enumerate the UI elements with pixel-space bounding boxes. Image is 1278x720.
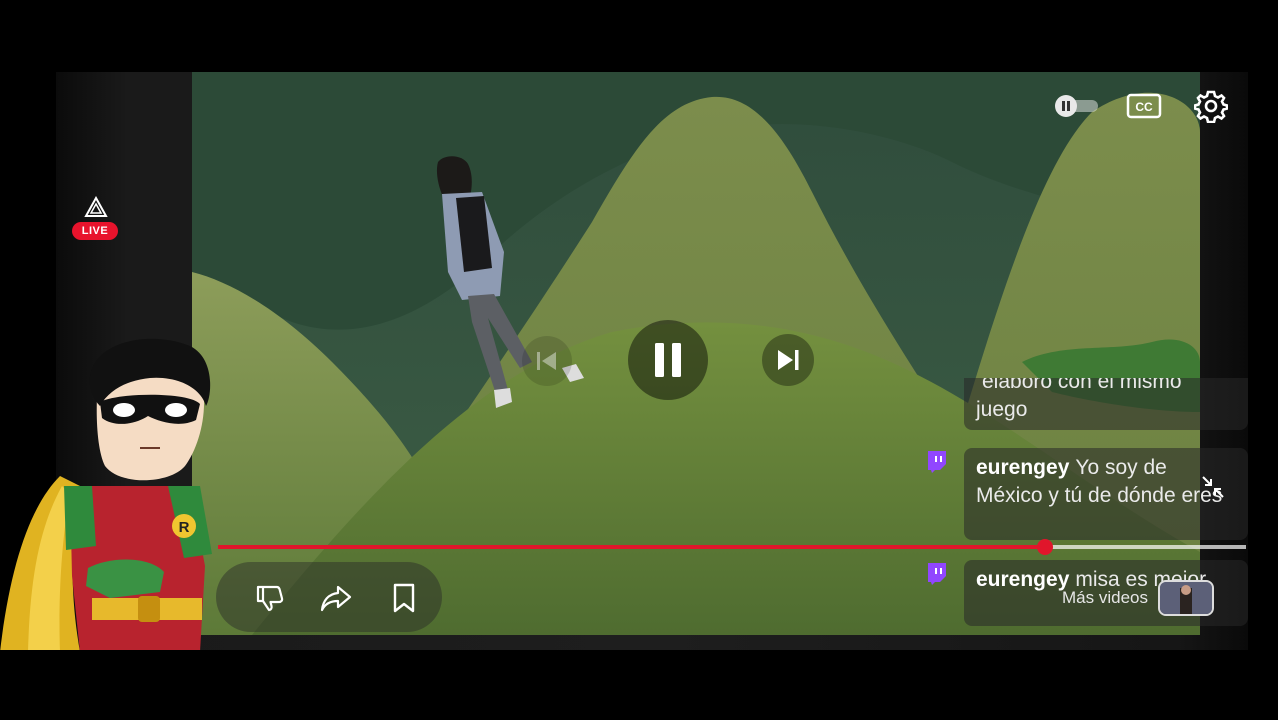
chat-username: eurengey	[976, 456, 1070, 479]
live-indicator: LIVE	[72, 196, 120, 244]
svg-text:R: R	[179, 519, 190, 536]
previous-button[interactable]	[522, 336, 572, 386]
screen: CC LIVE elaboró con el mismo juego euren…	[0, 0, 1278, 720]
play-pause-button[interactable]	[628, 320, 708, 400]
autoplay-toggle-icon	[1055, 95, 1098, 117]
chat-message: elaboró con el mismo juego	[964, 378, 1248, 430]
save-button[interactable]	[384, 578, 424, 618]
live-triangle-icon	[84, 196, 108, 217]
twitch-icon	[928, 563, 946, 585]
progress-bar[interactable]	[218, 539, 1246, 555]
more-videos-label: Más videos	[1062, 588, 1148, 607]
skip-next-icon	[778, 350, 799, 370]
autoplay-toggle[interactable]	[1052, 93, 1100, 119]
skip-previous-icon	[537, 352, 556, 370]
progress-scrubber[interactable]	[1036, 539, 1053, 555]
settings-button[interactable]	[1192, 88, 1230, 124]
captions-button[interactable]: CC	[1126, 92, 1162, 120]
twitch-icon	[928, 451, 946, 473]
more-videos-button[interactable]: Más videos	[1050, 568, 1240, 628]
more-videos-thumbnail	[1157, 580, 1214, 616]
pause-icon	[655, 343, 681, 377]
share-arrow-icon	[320, 585, 352, 612]
live-badge: LIVE	[72, 222, 118, 240]
gear-icon	[1194, 90, 1228, 123]
collapse-arrows-icon[interactable]	[1200, 474, 1226, 500]
svg-text:CC: CC	[1135, 100, 1153, 114]
thumbs-down-icon	[256, 585, 284, 612]
chat-message-text: elaboró con el mismo juego	[976, 378, 1182, 421]
bookmark-icon	[393, 583, 415, 613]
bottom-letterbox	[0, 650, 1278, 720]
streamer-mascot-overlay: R	[0, 338, 212, 652]
dislike-button[interactable]	[250, 578, 290, 618]
progress-fill	[218, 545, 1045, 549]
share-button[interactable]	[316, 578, 356, 618]
next-button[interactable]	[762, 334, 814, 386]
closed-captions-icon: CC	[1126, 93, 1162, 119]
